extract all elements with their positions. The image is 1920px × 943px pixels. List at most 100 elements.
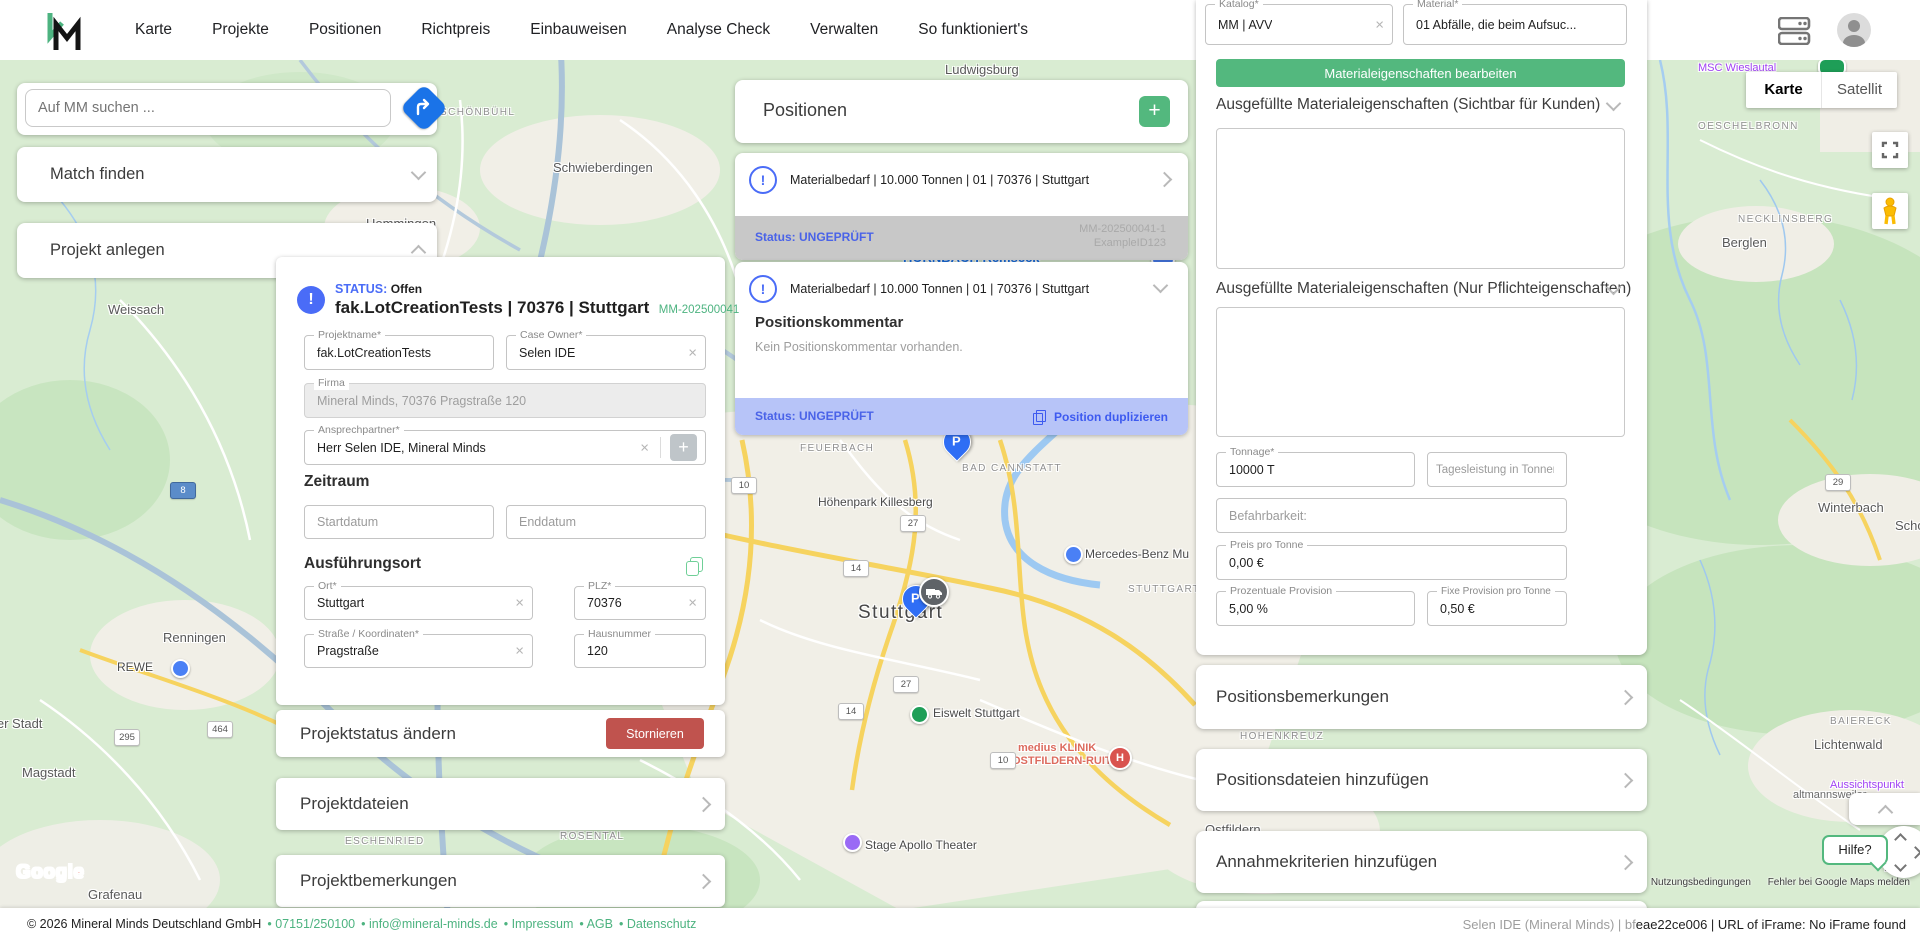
map-marker[interactable] xyxy=(1064,545,1083,564)
copyright-text: © 2026 Mineral Minds Deutschland GmbH xyxy=(27,917,261,931)
match-finden-card[interactable]: Match finden xyxy=(17,147,437,202)
chevron-right-icon xyxy=(1618,690,1634,706)
tagesleistung-field[interactable]: Tagesleistung in Tonnen xyxy=(1427,452,1567,487)
pan-down-icon xyxy=(1894,859,1907,872)
fixe-provision-field[interactable]: Fixe Provision pro Tonne 0,50 € xyxy=(1427,591,1567,626)
hausnummer-value: 120 xyxy=(587,644,608,658)
position-card-1[interactable]: ! Materialbedarf | 10.000 Tonnen | 01 | … xyxy=(735,153,1188,260)
collapse-widget[interactable] xyxy=(1849,793,1920,825)
add-contact-button[interactable]: + xyxy=(670,434,697,461)
zeitraum-heading: Zeitraum xyxy=(304,473,369,491)
nav-item[interactable]: Positionen xyxy=(309,21,381,39)
ausfuehrungsort-heading: Ausführungsort xyxy=(304,555,421,573)
projektbemerkungen-card[interactable]: Projektbemerkungen xyxy=(276,855,725,907)
pegman-button[interactable] xyxy=(1872,193,1908,229)
clear-icon[interactable]: × xyxy=(515,596,524,611)
chevron-right-icon xyxy=(1618,773,1634,789)
prozentuale-provision-field[interactable]: Prozentuale Provision 5,00 % xyxy=(1216,591,1415,626)
section1-box[interactable] xyxy=(1216,128,1625,269)
nav-item[interactable]: Analyse Check xyxy=(667,21,770,39)
fullscreen-button[interactable] xyxy=(1872,132,1908,168)
ansprechpartner-value: Herr Selen IDE, Mineral Minds xyxy=(317,441,486,455)
chevron-down-icon[interactable] xyxy=(1606,96,1622,112)
projektbemerkungen-title: Projektbemerkungen xyxy=(300,871,457,891)
footer-link[interactable]: • info@mineral-minds.de xyxy=(361,917,498,931)
report-error-link[interactable]: Fehler bei Google Maps melden xyxy=(1768,877,1910,888)
preis-label: Preis pro Tonne xyxy=(1226,539,1307,552)
map-type-satellit-button[interactable]: Satellit xyxy=(1822,72,1897,108)
materialeigenschaften-button[interactable]: Materialeigenschaften bearbeiten xyxy=(1216,59,1625,87)
footer-link[interactable]: • 07151/250100 xyxy=(267,917,355,931)
position-external-id: ExampleID123 xyxy=(1094,237,1166,249)
clear-icon[interactable]: × xyxy=(515,644,524,659)
plz-value: 70376 xyxy=(587,596,622,610)
projektstatus-title: Projektstatus ändern xyxy=(300,724,456,744)
ansprechpartner-field[interactable]: Ansprechpartner* Herr Selen IDE, Mineral… xyxy=(304,430,706,465)
add-position-button[interactable]: + xyxy=(1139,96,1170,127)
positionsdateien-card[interactable]: Positionsdateien hinzufügen xyxy=(1196,749,1647,811)
hilfe-bubble[interactable]: Hilfe? xyxy=(1822,835,1888,865)
strasse-field[interactable]: Straße / Koordinaten* Pragstraße × xyxy=(304,634,533,668)
chevron-down-icon[interactable] xyxy=(1153,278,1169,294)
google-logo[interactable]: Google xyxy=(16,862,84,884)
position-duplicate-button[interactable]: Position duplizieren xyxy=(1054,410,1168,424)
truck-marker[interactable] xyxy=(919,577,949,607)
search-input[interactable] xyxy=(25,89,391,127)
map-marker[interactable] xyxy=(171,659,190,678)
position-id: MM-202500041-1 xyxy=(1079,223,1166,235)
enddatum-field[interactable]: Enddatum xyxy=(506,505,706,539)
ort-field[interactable]: Ort* Stuttgart × xyxy=(304,586,533,620)
footer-link[interactable]: • Datenschutz xyxy=(619,917,696,931)
map-marker[interactable]: H xyxy=(1108,746,1132,770)
plz-field[interactable]: PLZ* 70376 × xyxy=(574,586,706,620)
map-type-karte-button[interactable]: Karte xyxy=(1746,72,1821,108)
nav-item[interactable]: Verwalten xyxy=(810,21,878,39)
befahrbarkeit-field[interactable]: Befahrbarkeit: xyxy=(1216,498,1567,533)
fixe-provision-label: Fixe Provision pro Tonne xyxy=(1437,585,1555,598)
projektname-value: fak.LotCreationTests xyxy=(317,346,431,360)
katalog-field[interactable]: Katalog* MM | AVV × xyxy=(1205,4,1393,45)
list-toggle-icon[interactable] xyxy=(1778,17,1812,50)
terms-link[interactable]: Nutzungsbedingungen xyxy=(1651,877,1751,888)
material-field[interactable]: Material* 01 Abfälle, die beim Aufsuc... xyxy=(1403,4,1627,45)
search-submit-button[interactable] xyxy=(400,84,448,132)
projektdateien-card[interactable]: Projektdateien xyxy=(276,778,725,830)
hausnummer-field[interactable]: Hausnummer 120 xyxy=(574,634,706,668)
clear-icon[interactable]: × xyxy=(1375,17,1384,32)
projektname-field[interactable]: Projektname* fak.LotCreationTests xyxy=(304,335,494,370)
nav-item[interactable]: Karte xyxy=(135,21,172,39)
positionskommentar-heading: Positionskommentar xyxy=(755,314,903,331)
clear-icon[interactable]: × xyxy=(688,345,697,360)
positionen-header-card: Positionen + xyxy=(735,80,1188,143)
copy-location-icon-back xyxy=(686,561,699,576)
session-info-text: eae22ce006 | URL of iFrame: No iFrame fo… xyxy=(1636,917,1906,932)
stornieren-button[interactable]: Stornieren xyxy=(606,718,704,749)
app-logo[interactable] xyxy=(46,10,82,57)
footer-link[interactable]: • Impressum xyxy=(504,917,574,931)
position-summary[interactable]: Materialbedarf | 10.000 Tonnen | 01 | 70… xyxy=(790,282,1089,296)
section2-box[interactable] xyxy=(1216,307,1625,437)
google-logo-text: Google xyxy=(16,862,84,883)
project-title: fak.LotCreationTests | 70376 | Stuttgart xyxy=(335,298,649,317)
clear-icon[interactable]: × xyxy=(640,440,649,455)
footer-link[interactable]: • AGB xyxy=(579,917,613,931)
preis-field[interactable]: Preis pro Tonne 0,00 € xyxy=(1216,545,1567,580)
map-marker[interactable] xyxy=(910,705,929,724)
user-avatar[interactable] xyxy=(1837,13,1871,47)
pan-up-icon xyxy=(1894,833,1907,846)
annahmekriterien-card[interactable]: Annahmekriterien hinzufügen xyxy=(1196,831,1647,893)
strasse-value: Pragstraße xyxy=(317,644,379,658)
map-marker[interactable] xyxy=(843,833,862,852)
nav-item[interactable]: Richtpreis xyxy=(421,21,490,39)
case-owner-field[interactable]: Case Owner* Selen IDE × xyxy=(506,335,706,370)
nav-item[interactable]: So funktioniert's xyxy=(918,21,1028,39)
section1-heading: Ausgefüllte Materialeigenschaften (Sicht… xyxy=(1216,96,1600,114)
positionsbemerkungen-card[interactable]: Positionsbemerkungen xyxy=(1196,665,1647,729)
nav-item[interactable]: Projekte xyxy=(212,21,269,39)
katalog-value: MM | AVV xyxy=(1218,18,1272,32)
startdatum-field[interactable]: Startdatum xyxy=(304,505,494,539)
tonnage-field[interactable]: Tonnage* 10000 T xyxy=(1216,452,1415,487)
nav-item[interactable]: Einbauweisen xyxy=(530,21,627,39)
main-nav: Karte Projekte Positionen Richtpreis Einbauw… xyxy=(135,0,1028,60)
clear-icon[interactable]: × xyxy=(688,596,697,611)
